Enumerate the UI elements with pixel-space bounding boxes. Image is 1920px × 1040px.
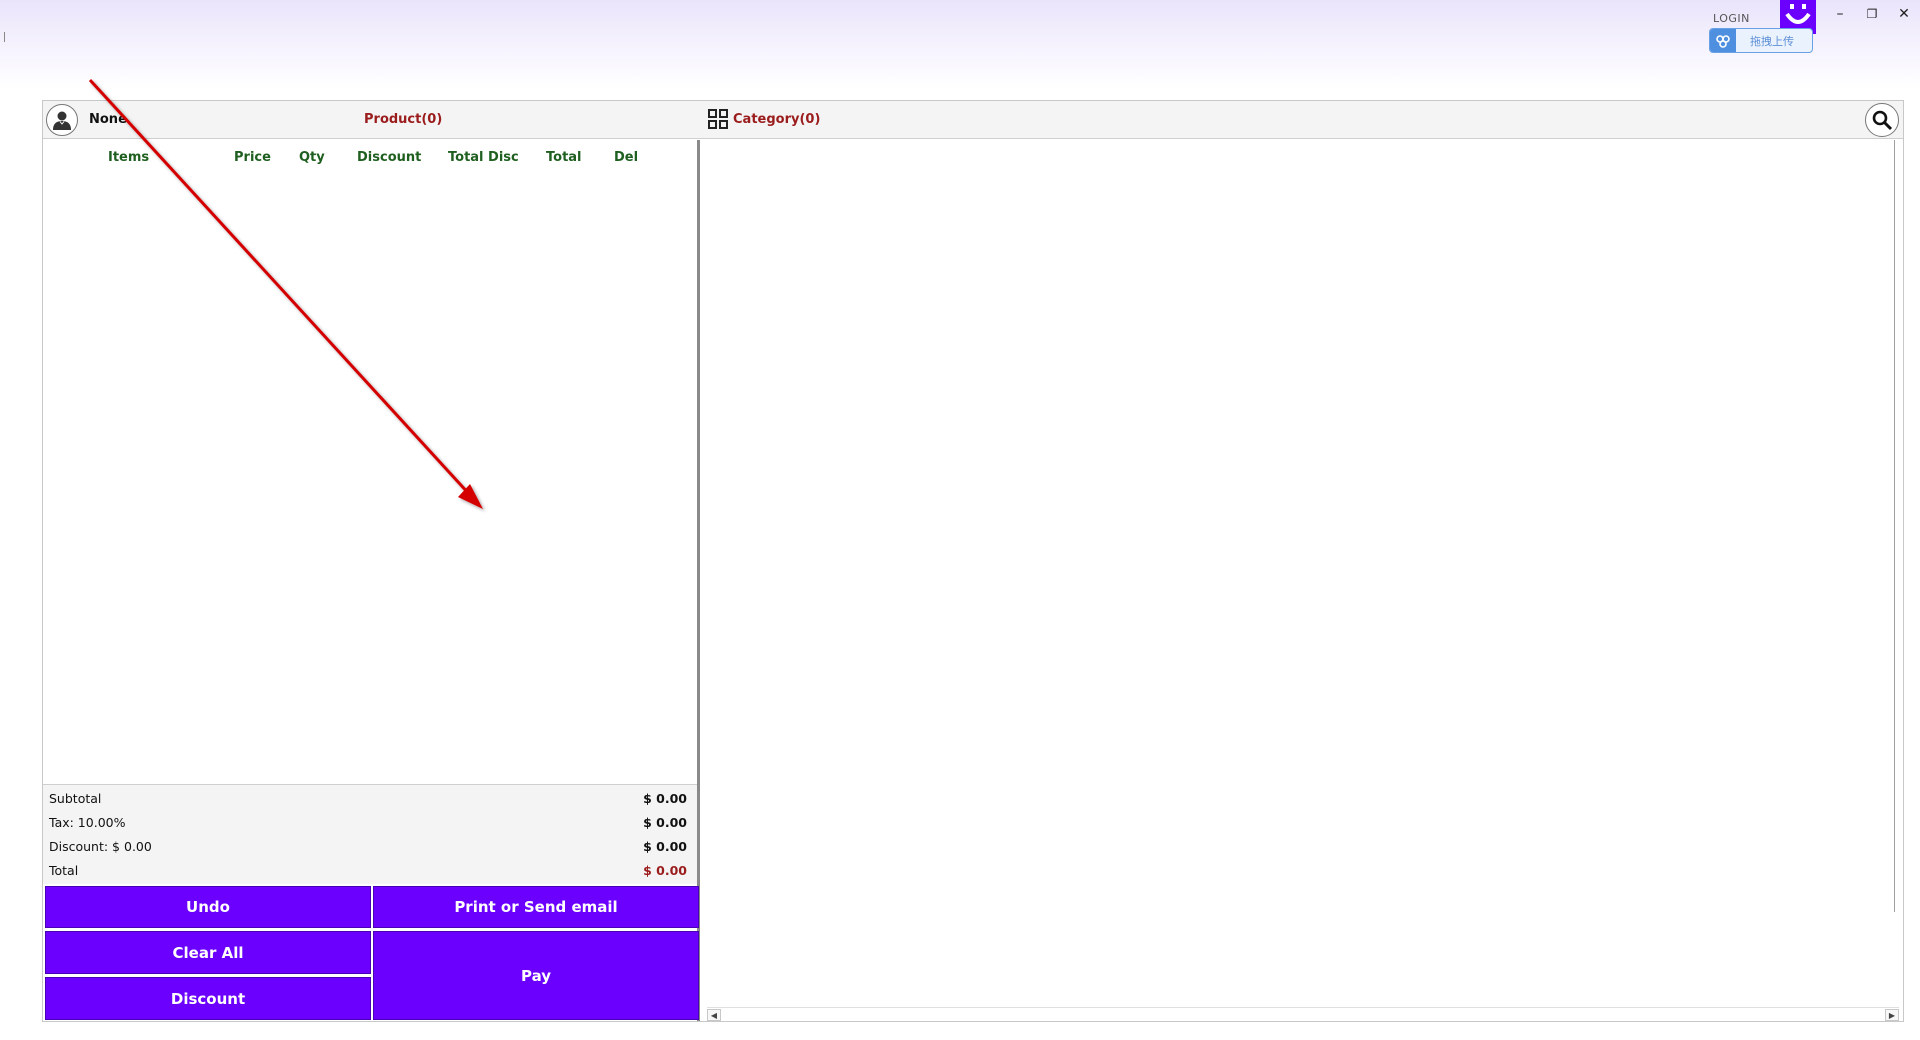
restore-button[interactable]: ❐ [1858,2,1886,26]
order-pane: Items Price Qty Discount Total Disc Tota… [43,140,700,1021]
customer-name: None [89,112,127,127]
discount-button[interactable]: Discount [45,977,371,1020]
column-header-discount[interactable]: Discount [357,150,421,165]
total-label: Total [49,863,79,878]
horizontal-scrollbar[interactable]: ◀ ▶ [707,1007,1899,1021]
product-grid-pane: ◀ ▶ [703,140,1903,1021]
order-summary: Subtotal $ 0.00 Tax: 10.00% $ 0.00 Disco… [43,784,697,884]
total-row: Total $ 0.00 [43,859,697,883]
tax-value: $ 0.00 [643,815,687,830]
pay-button[interactable]: Pay [373,931,699,1020]
close-button[interactable]: ✕ [1890,2,1918,26]
restore-icon: ❐ [1866,7,1878,21]
order-table-header: Items Price Qty Discount Total Disc Tota… [43,150,697,170]
subtotal-label: Subtotal [49,791,102,806]
title-bar: LOGIN 拖拽上传 – ❐ ✕ [0,0,1920,90]
search-icon [1872,110,1893,131]
main-toolbar: None Product(0) Category(0) [43,101,1903,139]
pos-app-window: LOGIN 拖拽上传 – ❐ ✕ None Product(0) Categor… [0,0,1920,1040]
cloud-upload-icon [1710,29,1736,52]
undo-button[interactable]: Undo [45,886,371,928]
customer-avatar-button[interactable] [46,104,78,136]
person-icon [53,111,71,130]
column-header-total[interactable]: Total [546,150,582,165]
scroll-left-icon[interactable]: ◀ [707,1009,721,1021]
tax-row: Tax: 10.00% $ 0.00 [43,811,697,835]
action-buttons: Undo Print or Send email Clear All Pay D… [43,886,699,1021]
column-header-qty[interactable]: Qty [299,150,325,165]
print-or-send-email-button[interactable]: Print or Send email [373,886,699,928]
grid-icon[interactable] [708,109,728,129]
clear-all-button[interactable]: Clear All [45,931,371,974]
column-header-items[interactable]: Items [108,150,149,165]
tab-product[interactable]: Product(0) [364,112,442,127]
drag-upload-button[interactable]: 拖拽上传 [1709,28,1813,53]
column-header-total-disc[interactable]: Total Disc [448,150,519,165]
column-header-del[interactable]: Del [614,150,638,165]
login-label[interactable]: LOGIN [1713,12,1750,25]
discount-row: Discount: $ 0.00 $ 0.00 [43,835,697,859]
subtotal-row: Subtotal $ 0.00 [43,787,697,811]
tax-label: Tax: 10.00% [49,815,126,830]
search-button[interactable] [1865,103,1899,137]
close-icon: ✕ [1898,6,1910,22]
scroll-right-icon[interactable]: ▶ [1885,1009,1899,1021]
column-header-price[interactable]: Price [234,150,271,165]
vertical-scrollbar[interactable] [1894,140,1895,912]
upload-label: 拖拽上传 [1750,34,1794,48]
subtotal-value: $ 0.00 [643,791,687,806]
discount-value: $ 0.00 [643,839,687,854]
tab-category[interactable]: Category(0) [733,112,820,127]
main-panel: None Product(0) Category(0) Items Price … [42,100,1904,1022]
minimize-icon: – [1836,6,1844,22]
text-caret [4,32,5,42]
total-value: $ 0.00 [643,863,687,878]
discount-label: Discount: $ 0.00 [49,839,152,854]
minimize-button[interactable]: – [1826,2,1854,26]
